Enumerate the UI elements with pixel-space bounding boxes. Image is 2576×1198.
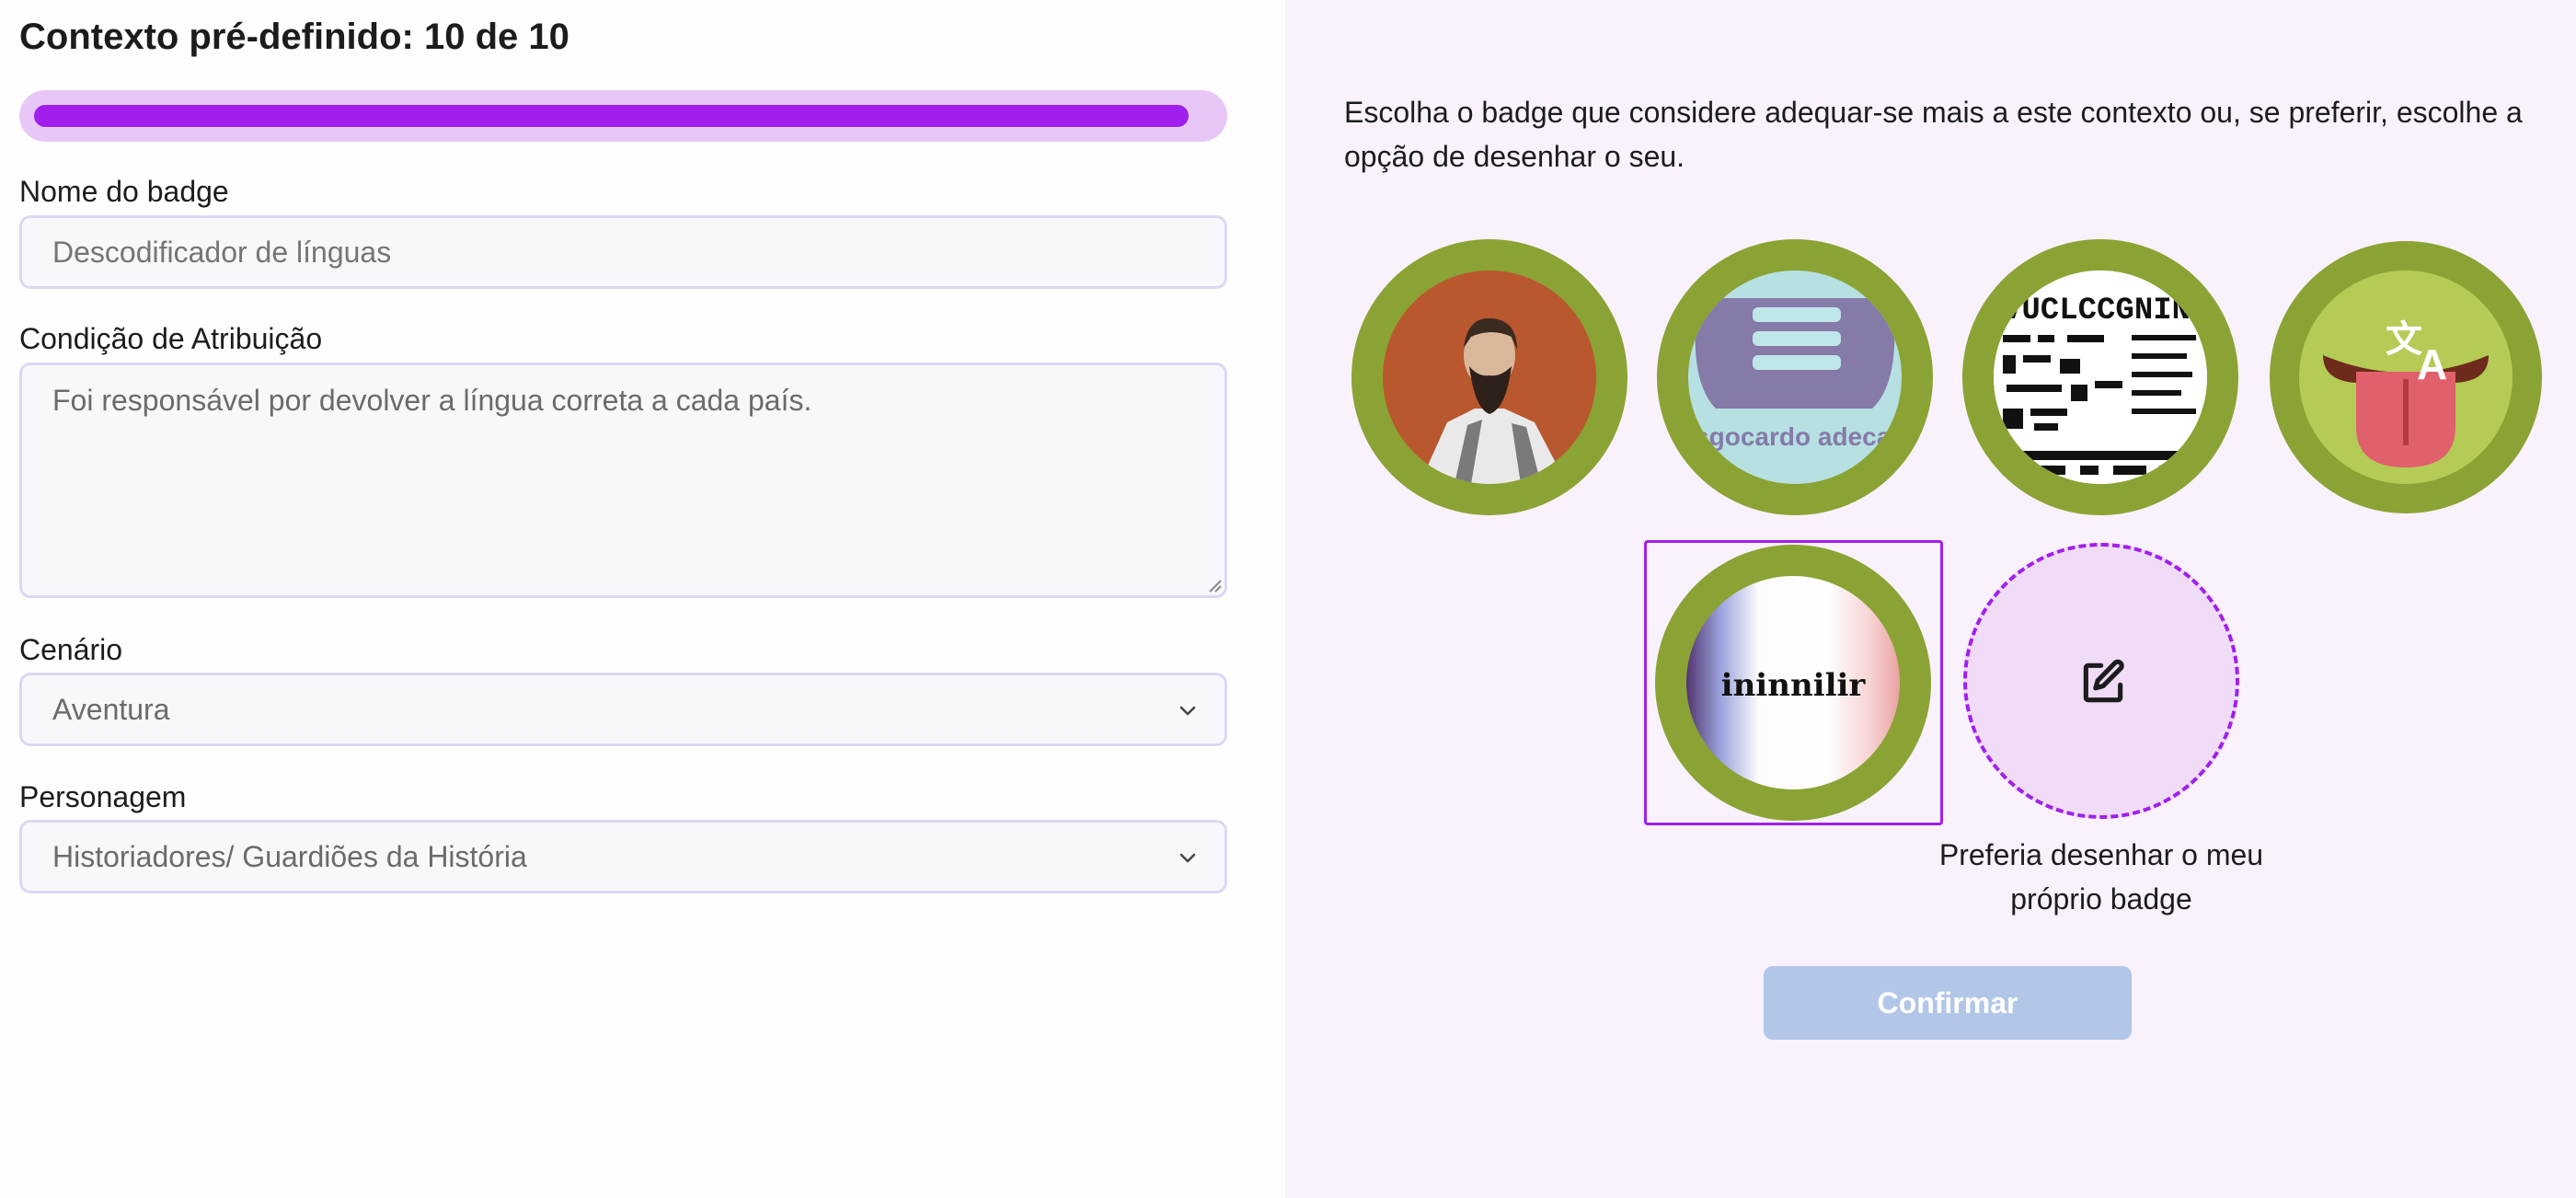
draw-own-badge-option[interactable]	[1963, 543, 2239, 819]
badge-option-2[interactable]: Liitasgocardo adecagrdo	[1657, 239, 1933, 515]
scenario-select[interactable]: Aventura	[19, 673, 1227, 746]
chevron-down-icon	[1179, 706, 1196, 716]
chevron-down-icon	[1179, 853, 1196, 863]
resize-grip-icon[interactable]	[1206, 577, 1223, 593]
picker-intro: Escolha o badge que considere adequar-se…	[1344, 96, 2523, 173]
badge-option-4[interactable]: 文 A	[2270, 241, 2542, 513]
edit-square-icon	[2083, 659, 2124, 703]
form-panel: Contexto pré-definido: 10 de 10 Nome do …	[0, 0, 1285, 1198]
progress-bar-fill	[34, 105, 1189, 127]
character-select[interactable]: Historiadores/ Guardiões da História	[19, 820, 1227, 893]
confirm-button[interactable]: Confirmar	[1764, 966, 2132, 1040]
message-bubble-lines-icon: Liitasgocardo adecagrdo	[1688, 271, 1902, 484]
condition-textarea[interactable]: Foi responsável por devolver a língua co…	[19, 363, 1227, 598]
badge-name-label: Nome do badge	[19, 175, 229, 208]
character-select-value: Historiadores/ Guardiões da História	[52, 840, 527, 873]
draw-own-badge-label: Preferia desenhar o meu próprio badge	[1938, 838, 2264, 916]
scenario-label: Cenário	[19, 633, 123, 666]
badge-5-text: ininnilir	[1721, 667, 1867, 704]
badge-option-1[interactable]	[1351, 239, 1627, 515]
page-title: Contexto pré-definido: 10 de 10	[19, 17, 569, 57]
badge-option-5[interactable]: ininnilir	[1655, 545, 1931, 821]
encoded-text-pattern-icon: VUCLCCGNINA	[1994, 271, 2207, 484]
progress-bar	[19, 90, 1227, 142]
condition-label: Condição de Atribuição	[19, 322, 323, 355]
badge-name-input[interactable]	[19, 215, 1227, 289]
svg-text:A: A	[2417, 340, 2447, 388]
tongue-translate-icon: 文 A	[2299, 271, 2513, 484]
badge-3-text: VUCLCCGNINA	[2003, 294, 2207, 328]
character-label: Personagem	[19, 780, 187, 813]
badge-option-3[interactable]: VUCLCCGNINA	[1962, 239, 2238, 515]
condition-placeholder: Foi responsável por devolver a língua co…	[52, 384, 812, 417]
flag-word-icon: ininnilir	[1686, 576, 1900, 789]
bearded-man-portrait-icon	[1383, 271, 1596, 484]
scenario-select-value: Aventura	[52, 693, 170, 726]
badge-2-text: Liitasgocardo adecagrdo	[1688, 422, 1902, 451]
